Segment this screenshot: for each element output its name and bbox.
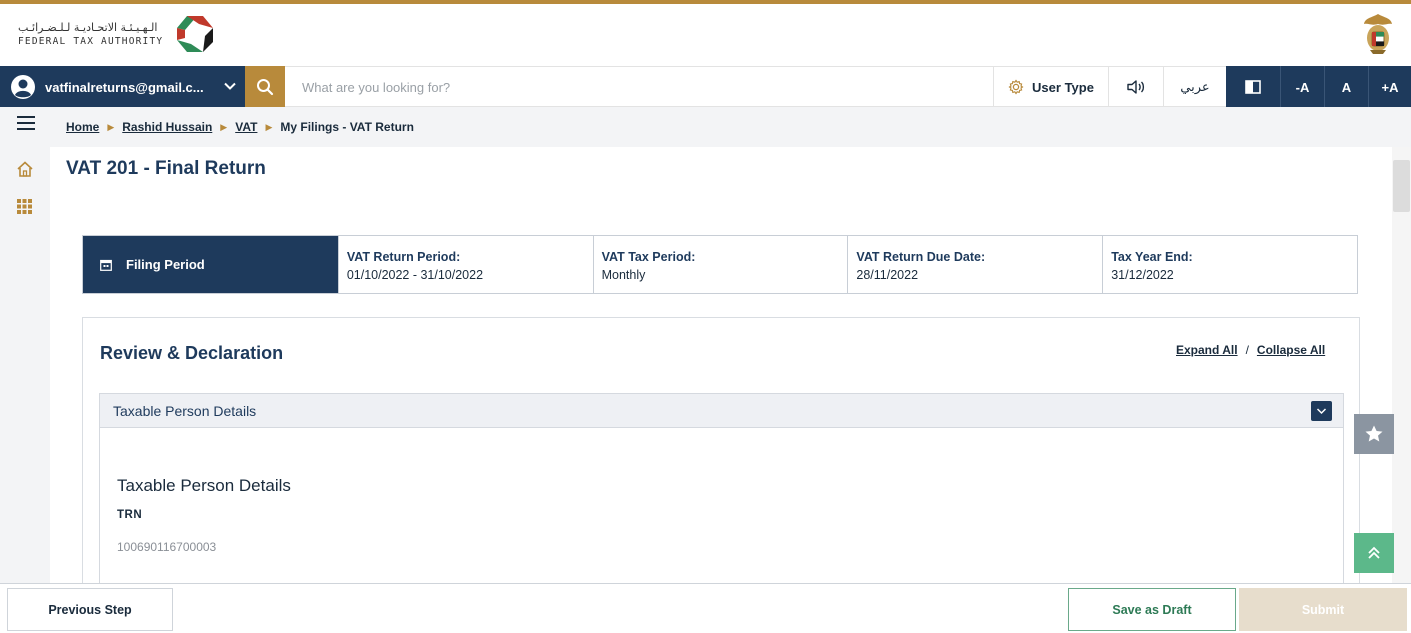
review-title: Review & Declaration [100, 343, 284, 363]
tax-year-end: Tax Year End: 31/12/2022 [1102, 236, 1357, 293]
favorite-button[interactable] [1354, 414, 1394, 454]
uae-emblem-icon [1364, 14, 1392, 54]
expand-collapse-controls: Expand All / Collapse All [1176, 343, 1325, 357]
breadcrumb: Home ▶ Rashid Hussain ▶ VAT ▶ My Filings… [50, 107, 1411, 147]
accordion-toggle-button[interactable] [1311, 401, 1332, 421]
filing-period-heading: Filing Period [83, 236, 338, 293]
contrast-toggle[interactable] [1226, 66, 1280, 108]
user-email: vatfinalreturns@gmail.c... [45, 79, 204, 95]
breadcrumb-separator-icon: ▶ [220, 121, 228, 132]
breadcrumb-current: My Filings - VAT Return [280, 120, 414, 134]
top-header: الـهـيـئـة الاتحـاديـة لـلـضـرائـب FEDER… [0, 4, 1411, 66]
grid-icon[interactable] [17, 199, 32, 214]
fta-logo-icon [177, 16, 214, 52]
trn-value: 100690116700003 [117, 540, 217, 554]
user-avatar-icon [11, 75, 35, 99]
contrast-icon [1245, 80, 1261, 94]
chevron-down-icon [224, 82, 236, 90]
search-icon [257, 79, 274, 96]
font-increase-button[interactable]: +A [1368, 66, 1411, 108]
collapse-all-link[interactable]: Collapse All [1257, 343, 1325, 357]
filing-period-bar: Filing Period VAT Return Period: 01/10/2… [82, 235, 1358, 294]
breadcrumb-user[interactable]: Rashid Hussain [122, 120, 212, 134]
expand-collapse-separator: / [1245, 343, 1249, 357]
fta-logo[interactable]: الـهـيـئـة الاتحـاديـة لـلـضـرائـب FEDER… [18, 12, 221, 56]
logo-english-text: FEDERAL TAX AUTHORITY [18, 36, 164, 47]
vat-tax-period: VAT Tax Period: Monthly [592, 236, 848, 293]
user-type-button[interactable]: User Type [993, 66, 1108, 108]
breadcrumb-home[interactable]: Home [66, 120, 99, 134]
navigation-bar: vatfinalreturns@gmail.c... User Type عرب… [0, 66, 1411, 108]
breadcrumb-separator-icon: ▶ [107, 121, 115, 132]
home-icon[interactable] [16, 160, 34, 178]
font-decrease-button[interactable]: -A [1280, 66, 1324, 108]
scrollbar-thumb[interactable] [1393, 160, 1410, 212]
left-sidebar [0, 107, 50, 583]
submit-button[interactable]: Submit [1239, 588, 1407, 631]
chevron-down-icon [1316, 408, 1327, 415]
logo-arabic-text: الـهـيـئـة الاتحـاديـة لـلـضـرائـب [18, 21, 158, 34]
user-account-dropdown[interactable]: vatfinalreturns@gmail.c... [0, 66, 245, 108]
back-to-top-button[interactable] [1354, 533, 1394, 573]
trn-label: TRN [117, 509, 143, 521]
user-type-label: User Type [1032, 79, 1094, 95]
vat-return-due-date: VAT Return Due Date: 28/11/2022 [847, 236, 1102, 293]
page-title: VAT 201 - Final Return [66, 158, 266, 179]
search-button[interactable] [245, 66, 285, 108]
language-toggle[interactable]: عربي [1163, 66, 1226, 108]
font-normal-button[interactable]: A [1324, 66, 1368, 108]
search-input[interactable] [290, 67, 990, 107]
scrollbar-track[interactable] [1392, 147, 1411, 583]
vat-return-period: VAT Return Period: 01/10/2022 - 31/10/20… [337, 236, 593, 293]
gear-icon [1008, 79, 1024, 95]
accordion-title: Taxable Person Details [113, 402, 257, 419]
double-chevron-up-icon [1368, 546, 1380, 559]
breadcrumb-vat[interactable]: VAT [235, 120, 257, 134]
save-as-draft-button[interactable]: Save as Draft [1068, 588, 1236, 631]
star-icon [1365, 425, 1383, 442]
section-title: Taxable Person Details [117, 476, 291, 495]
expand-all-link[interactable]: Expand All [1176, 343, 1238, 357]
hamburger-icon[interactable] [17, 115, 35, 131]
filing-period-label: Filing Period [126, 257, 205, 272]
accordion-body [99, 428, 1344, 588]
read-aloud-button[interactable] [1108, 66, 1163, 108]
speaker-icon [1127, 80, 1145, 94]
breadcrumb-separator-icon: ▶ [265, 121, 273, 132]
accordion-taxable-person-details[interactable]: Taxable Person Details [99, 393, 1344, 428]
previous-step-button[interactable]: Previous Step [7, 588, 173, 631]
calendar-icon [100, 259, 112, 271]
